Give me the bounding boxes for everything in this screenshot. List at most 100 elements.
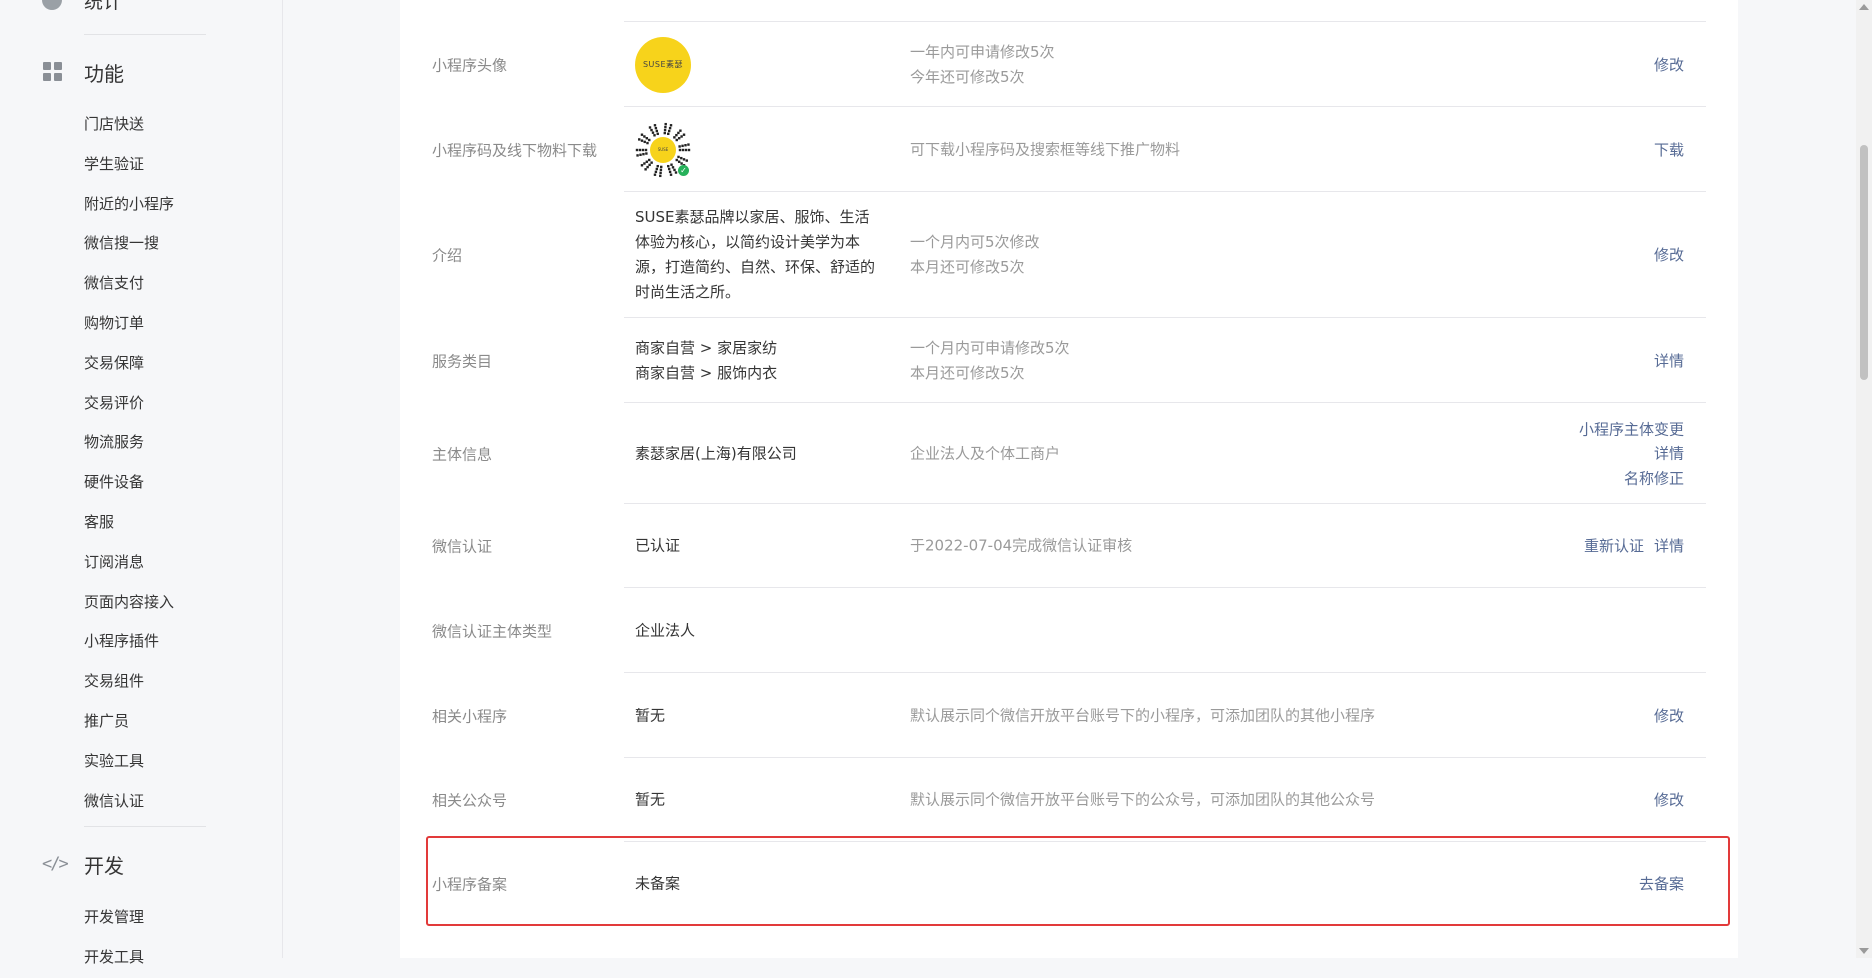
row-description-line: 可下载小程序码及搜索框等线下推广物料 <box>910 140 1181 158</box>
sidebar-dev-list: 开发管理 开发工具 <box>84 898 144 978</box>
row-value: 暂无 <box>635 703 895 728</box>
grid-icon <box>42 61 64 83</box>
row-actions: 修改 <box>1654 703 1684 728</box>
row-value: SUSE素瑟品牌以家居、服饰、生活 体验为核心，以简约设计美学为本 源，打造简约、自… <box>635 205 895 305</box>
row-value-line: 源，打造简约、自然、环保、舒适的 <box>635 258 876 276</box>
row-description: 一年内可申请修改5次 今年还可修改5次 <box>910 40 1055 90</box>
row-value: 企业法人 <box>635 618 895 643</box>
row-value-line: 已认证 <box>635 536 681 555</box>
sidebar-item[interactable]: 硬件设备 <box>84 463 174 503</box>
sidebar-item[interactable]: 实验工具 <box>84 742 174 782</box>
table-row-service-category: 服务类目 商家自营 > 家居家纺 商家自营 > 服饰内衣 一个月内可申请修改5次 本月还… <box>424 318 1706 403</box>
row-description-line: 一个月内可申请修改5次 <box>910 338 1070 357</box>
sidebar-item[interactable]: 订阅消息 <box>84 543 174 583</box>
table-row-entity-info: 主体信息 素瑟家居(上海)有限公司 企业法人及个体工商户 小程序主体变更 详情 名称修正 <box>424 403 1706 504</box>
row-description: 于2022-07-04完成微信认证审核 <box>910 534 1132 559</box>
row-description-line: 企业法人及个体工商户 <box>910 444 1061 462</box>
action-link[interactable]: 修改 <box>1654 52 1684 77</box>
action-link[interactable]: 名称修正 <box>1579 466 1684 491</box>
sidebar-item[interactable]: 门店快送 <box>84 105 174 145</box>
table-row-related-miniprogram: 相关小程序 暂无 默认展示同个微信开放平台账号下的小程序，可添加团队的其他小程序 修改 <box>424 673 1706 758</box>
sidebar: 统计 功能 门店快送 学生验证 附近的小程序 微信搜一搜 微信支付 购物订单 交易保障 交易评… <box>0 0 283 966</box>
row-value-line: 素瑟家居(上海)有限公司 <box>635 444 797 462</box>
scrollbar[interactable] <box>1856 0 1872 958</box>
table-row-related-official-account: 相关公众号 暂无 默认展示同个微信开放平台账号下的公众号，可添加团队的其他公众号 修改 <box>424 758 1706 842</box>
row-description: 可下载小程序码及搜索框等线下推广物料 <box>910 137 1180 162</box>
sidebar-item[interactable]: 购物订单 <box>84 304 174 344</box>
row-label: 小程序备案 <box>432 875 508 894</box>
sidebar-item[interactable]: 页面内容接入 <box>84 583 174 623</box>
sidebar-item[interactable]: 交易保障 <box>84 344 174 384</box>
row-description: 一个月内可5次修改 本月还可修改5次 <box>910 230 1040 280</box>
sidebar-item[interactable]: 微信支付 <box>84 264 174 304</box>
row-value-line: SUSE素瑟品牌以家居、服饰、生活 <box>635 208 870 226</box>
sidebar-item[interactable]: 附近的小程序 <box>84 185 174 225</box>
sidebar-item[interactable]: 微信认证 <box>84 782 174 822</box>
row-description-line: 默认展示同个微信开放平台账号下的公众号，可添加团队的其他公众号 <box>910 790 1376 809</box>
row-actions-line: 重新认证 详情 <box>1584 534 1684 559</box>
sidebar-item[interactable]: 小程序插件 <box>84 622 174 662</box>
sidebar-item[interactable]: 交易组件 <box>84 662 174 702</box>
sidebar-item-stats[interactable]: 统计 <box>42 0 122 13</box>
sidebar-divider <box>84 34 206 35</box>
action-link[interactable]: 修改 <box>1654 703 1684 728</box>
row-actions: 修改 <box>1654 52 1684 77</box>
row-label: 介绍 <box>432 246 463 265</box>
row-label: 相关公众号 <box>432 791 508 810</box>
row-description: 一个月内可申请修改5次 本月还可修改5次 <box>910 336 1070 386</box>
action-link[interactable]: 详情 <box>1654 348 1684 373</box>
row-value-line: 商家自营 > 服饰内衣 <box>635 363 778 382</box>
sidebar-item[interactable]: 物流服务 <box>84 423 174 463</box>
row-value: 素瑟家居(上海)有限公司 <box>635 441 895 466</box>
sidebar-section-features[interactable]: 功能 <box>42 57 124 87</box>
row-label: 小程序码及线下物料下载 <box>432 141 598 159</box>
action-link[interactable]: 修改 <box>1654 788 1684 813</box>
table-row-icp-filing: 小程序备案 未备案 去备案 <box>424 842 1706 926</box>
action-link[interactable]: 详情 <box>1654 537 1684 555</box>
verified-check-icon: ✓ <box>678 164 689 176</box>
row-description-line: 本月还可修改5次 <box>910 363 1025 382</box>
table-row-wechat-verify: 微信认证 已认证 于2022-07-04完成微信认证审核 重新认证 详情 <box>424 504 1706 588</box>
row-value: 商家自营 > 家居家纺 商家自营 > 服饰内衣 <box>635 336 895 386</box>
sidebar-item[interactable]: 开发管理 <box>84 898 144 938</box>
action-link[interactable]: 修改 <box>1654 243 1684 268</box>
sidebar-section-title: 开发 <box>84 853 124 878</box>
row-value: SUSE ✓ <box>635 122 895 178</box>
miniprogram-code-image: SUSE ✓ <box>635 122 691 178</box>
sidebar-section-dev[interactable]: </> 开发 <box>42 849 124 879</box>
row-actions: 修改 <box>1654 243 1684 268</box>
action-link[interactable]: 详情 <box>1579 441 1684 466</box>
row-value: SUSE素瑟 <box>635 36 895 93</box>
miniprogram-avatar: SUSE素瑟 <box>635 36 691 93</box>
row-actions: 去备案 <box>1639 872 1684 897</box>
row-label: 微信认证主体类型 <box>432 622 553 640</box>
row-value-line: 商家自营 > 家居家纺 <box>635 338 778 357</box>
row-description-line: 一个月内可5次修改 <box>910 233 1040 251</box>
action-link[interactable]: 下载 <box>1654 137 1684 162</box>
table-row-intro: 介绍 SUSE素瑟品牌以家居、服饰、生活 体验为核心，以简约设计美学为本 源，打造简约… <box>424 192 1706 318</box>
action-link[interactable]: 小程序主体变更 <box>1579 417 1684 442</box>
scroll-up-arrow-icon[interactable] <box>1859 4 1869 10</box>
sidebar-item[interactable]: 交易评价 <box>84 384 174 424</box>
sidebar-item[interactable]: 客服 <box>84 503 174 543</box>
table-row-qrcode: 小程序码及线下物料下载 SUSE ✓ 可下载小程序码及搜索框等线下推广物料 下载 <box>424 107 1706 192</box>
row-description-line: 今年还可修改5次 <box>910 67 1025 86</box>
row-label: 相关小程序 <box>432 707 508 725</box>
action-link[interactable]: 重新认证 <box>1584 537 1644 555</box>
sidebar-item[interactable]: 微信搜一搜 <box>84 224 174 264</box>
code-icon: </> <box>42 854 69 874</box>
row-label: 服务类目 <box>432 352 493 370</box>
row-description: 默认展示同个微信开放平台账号下的小程序，可添加团队的其他小程序 <box>910 703 1375 728</box>
row-actions: 小程序主体变更 详情 名称修正 <box>1579 417 1684 491</box>
action-link[interactable]: 去备案 <box>1639 872 1684 897</box>
scroll-down-arrow-icon[interactable] <box>1859 948 1869 954</box>
row-value: 未备案 <box>635 872 895 897</box>
row-label: 小程序头像 <box>432 56 508 74</box>
scroll-thumb[interactable] <box>1860 145 1868 380</box>
row-description: 企业法人及个体工商户 <box>910 441 1060 466</box>
row-value-line: 企业法人 <box>635 621 696 639</box>
sidebar-item[interactable]: 学生验证 <box>84 145 174 185</box>
row-actions: 下载 <box>1654 137 1684 162</box>
sidebar-item[interactable]: 推广员 <box>84 702 174 742</box>
row-description-line: 本月还可修改5次 <box>910 258 1025 276</box>
